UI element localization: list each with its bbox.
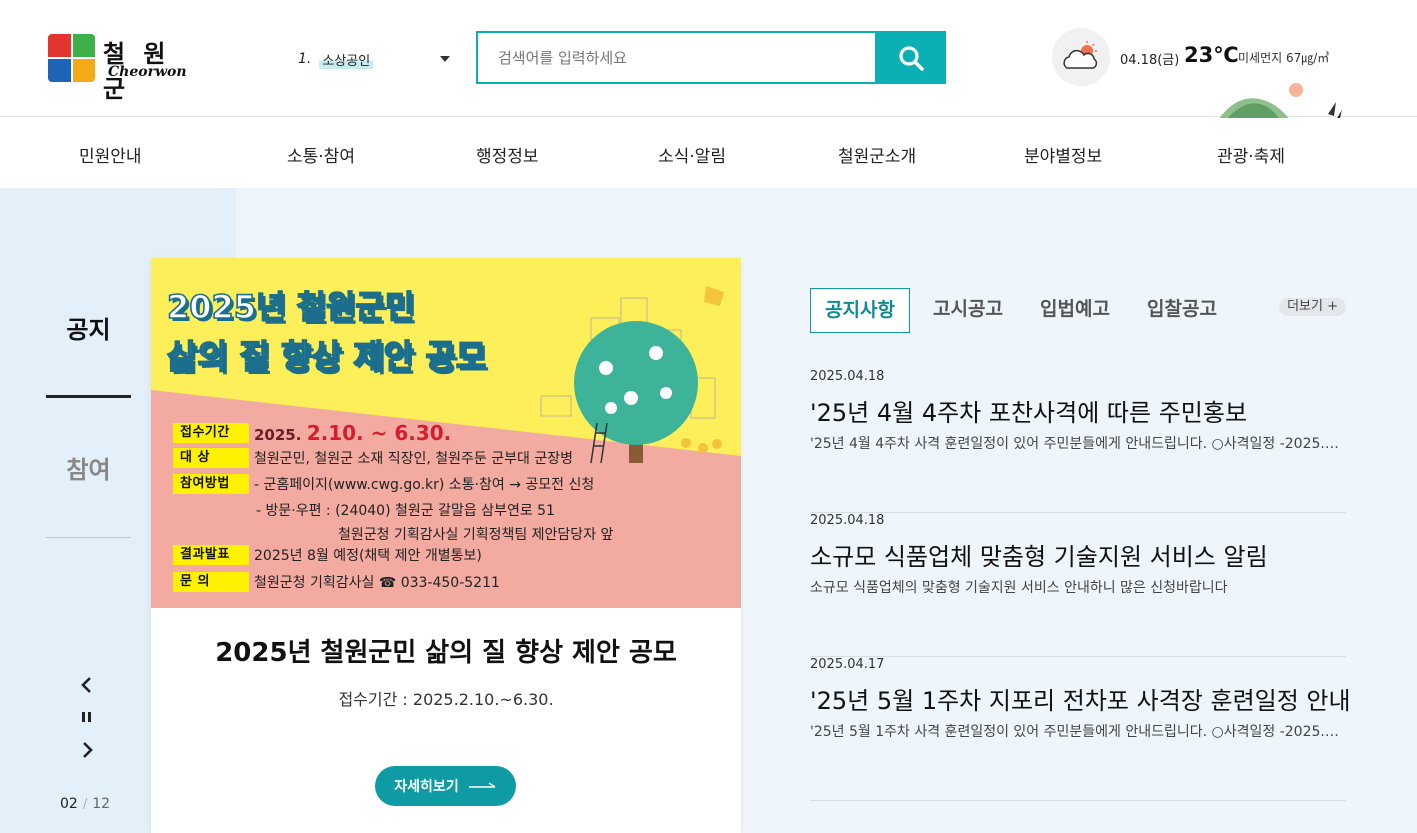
gnb-item-administration[interactable]: 행정정보 <box>476 142 539 167</box>
poster-method-visit: - 방문·우편 : (24040) 철원군 갈말읍 삼부연로 51 <box>256 503 555 519</box>
notice-summary: 소규모 식품업체의 맞춤형 기술지원 서비스 안내하니 많은 신청바랍니다 <box>810 580 1228 596</box>
arrow-right-icon <box>468 782 496 788</box>
pause-button[interactable] <box>74 704 100 730</box>
side-tab-participation[interactable]: 참여 <box>46 450 131 485</box>
weather-date: 04.18(금) <box>1120 53 1180 68</box>
poster-title-line2: 삶의 질 향상 제안 공모 <box>166 336 487 377</box>
search-box <box>476 31 946 84</box>
chevron-right-icon <box>83 742 93 758</box>
fine-dust-level: 미세먼지 67㎍/㎥ <box>1238 51 1330 65</box>
notice-title[interactable]: '25년 5월 1주차 지포리 전차포 사격장 훈련일정 안내 <box>810 681 1351 716</box>
feature-period: 접수기간 : 2025.2.10.~6.30. <box>338 690 554 709</box>
weather-widget: 04.18(금) 23℃ 미세먼지 67㎍/㎥ <box>1052 28 1352 88</box>
notice-item[interactable]: 2025.04.18 '25년 4월 4주차 포찬사격에 따른 주민홍보 '25… <box>810 369 1346 513</box>
gnb-item-tourism[interactable]: 관광·축제 <box>1217 142 1285 167</box>
poster-row-target: 대 상 철원군민, 철원군 소재 직장인, 철원주둔 군부대 군장병 <box>173 448 573 468</box>
active-tab-underline <box>46 395 131 398</box>
chevron-down-icon[interactable] <box>440 56 450 62</box>
gnb-item-field-info[interactable]: 분야별정보 <box>1024 142 1102 167</box>
feature-title: 2025년 철원군민 삶의 질 향상 제안 공모 <box>215 638 677 668</box>
site-header: 철 원 군 Cheorwon 1. 소상공인 04.18(금) 23℃ <box>0 0 1417 130</box>
next-button[interactable] <box>74 737 100 763</box>
poster-row-contact: 문 의 철원군청 기획감사실 ☎ 033-450-5211 <box>173 572 500 592</box>
chevron-left-icon <box>81 677 91 693</box>
keyword-rank-text[interactable]: 소상공인 <box>319 49 374 69</box>
notice-date: 2025.04.17 <box>810 657 885 672</box>
pager-current: 02 <box>60 796 78 812</box>
keyword-rank-number: 1. <box>298 51 312 67</box>
prev-button[interactable] <box>74 672 100 698</box>
tab-notice[interactable]: 공지사항 <box>810 288 910 333</box>
gnb-item-civil[interactable]: 민원안내 <box>79 142 142 167</box>
gnb-item-news[interactable]: 소식·알림 <box>658 142 726 167</box>
feature-poster[interactable]: 2025년 철원군민 삶의 질 향상 제안 공모 접수기간 2025. 2.10… <box>151 258 741 608</box>
tab-announcement[interactable]: 고시공고 <box>933 288 1003 333</box>
tab-bidding[interactable]: 입찰공고 <box>1147 288 1217 333</box>
notice-item[interactable]: 2025.04.18 소규모 식품업체 맞춤형 기술지원 서비스 알림 소규모 … <box>810 513 1346 657</box>
cloud-sun-icon <box>1052 28 1110 86</box>
notice-summary: '25년 5월 1주차 사격 훈련일정이 있어 주민분들에게 안내드립니다. ○… <box>810 724 1346 740</box>
poster-row-period: 접수기간 2025. 2.10. ~ 6.30. <box>173 421 451 445</box>
view-detail-button[interactable]: 자세히보기 <box>375 766 516 806</box>
notice-summary: '25년 4월 4주차 사격 훈련일정이 있어 주민분들에게 안내드립니다. ○… <box>810 436 1346 452</box>
notice-title[interactable]: '25년 4월 4주차 포찬사격에 따른 주민홍보 <box>810 393 1247 428</box>
poster-method-address: 철원군청 기획감사실 기획정책팀 제안담당자 앞 <box>338 527 614 543</box>
notice-date: 2025.04.18 <box>810 513 885 528</box>
main-navigation: 민원안내 소통·참여 행정정보 소식·알림 철원군소개 분야별정보 관광·축제 <box>0 118 1417 188</box>
pager-total: 12 <box>92 796 111 812</box>
popular-keyword-rolling[interactable]: 1. 소상공인 <box>298 48 458 70</box>
search-icon <box>898 45 924 71</box>
gnb-item-about[interactable]: 철원군소개 <box>838 142 916 167</box>
search-button[interactable] <box>875 33 946 82</box>
notice-item[interactable]: 2025.04.17 '25년 5월 1주차 지포리 전차포 사격장 훈련일정 … <box>810 657 1351 801</box>
gnb-item-communication[interactable]: 소통·참여 <box>287 142 355 167</box>
poster-row-method: 참여방법 - 군홈페이지(www.cwg.go.kr) 소통·참여 → 공모전 … <box>173 474 594 494</box>
divider <box>46 537 131 538</box>
notice-title[interactable]: 소규모 식품업체 맞춤형 기술지원 서비스 알림 <box>810 537 1268 572</box>
side-tab-notice[interactable]: 공지 <box>46 310 131 345</box>
logo-mark-icon <box>48 34 95 82</box>
search-input[interactable] <box>478 33 875 82</box>
view-detail-label: 자세히보기 <box>394 779 459 795</box>
notice-date: 2025.04.18 <box>810 369 885 384</box>
logo-english-name: Cheorwon <box>108 64 187 80</box>
poster-title-line1: 2025년 철원군민 <box>166 287 415 327</box>
weather-temperature: 23℃ <box>1184 43 1239 67</box>
slide-pager: 02/12 <box>60 796 111 812</box>
feature-card: 2025년 철원군민 삶의 질 향상 제안 공모 접수기간 2025. 2.10… <box>151 258 741 833</box>
more-button[interactable]: 더보기 + <box>1279 298 1346 316</box>
tab-legislation[interactable]: 입법예고 <box>1040 288 1110 333</box>
board-tabs: 공지사항 고시공고 입법예고 입찰공고 더보기 + <box>810 288 1346 334</box>
poster-row-result: 결과발표 2025년 8월 예정(채택 제안 개별통보) <box>173 545 482 565</box>
site-logo[interactable]: 철 원 군 Cheorwon <box>48 34 198 103</box>
pause-icon <box>82 712 91 722</box>
main-content: 공지 참여 02/12 2025년 철원군민 삶의 질 향상 제안 공모 접수기… <box>0 188 1417 833</box>
